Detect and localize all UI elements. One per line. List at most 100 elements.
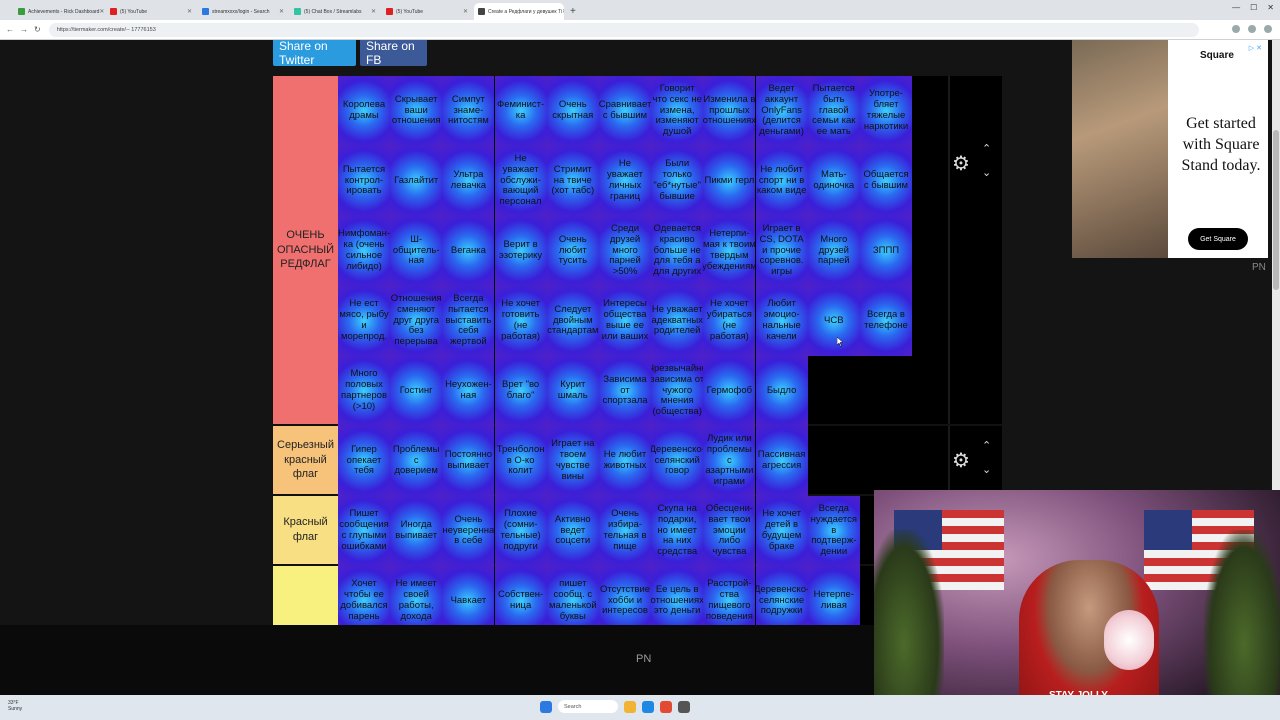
share-fb-button[interactable]: Share on FB — [360, 39, 427, 67]
tab-close-icon[interactable]: ✕ — [463, 8, 468, 15]
tier-label[interactable]: Красный флаг — [273, 496, 338, 564]
menu-icon[interactable] — [1264, 25, 1272, 33]
tier-item[interactable]: Общается с бывшим — [860, 146, 912, 216]
tier-item[interactable]: Не хочет детей в будущем браке — [755, 496, 808, 566]
tier-item[interactable]: Гермофоб — [703, 356, 756, 426]
taskbar-search[interactable]: Search — [558, 700, 618, 713]
tier-item[interactable]: Нимфоман-ка (очень сильное либидо) — [338, 216, 390, 286]
scrollbar-thumb[interactable] — [1273, 130, 1279, 290]
edge-icon[interactable] — [642, 700, 654, 713]
tier-item[interactable]: Одевается красиво больше не для тебя а д… — [651, 216, 704, 286]
tier-item[interactable]: Сравнивает с бывшим — [599, 76, 651, 146]
tier-item[interactable]: Курит шмаль — [546, 356, 599, 426]
tier-item[interactable]: ЧСВ — [807, 286, 860, 356]
tier-item[interactable]: Любит эмоцио-нальные качели — [755, 286, 808, 356]
tier-item[interactable]: Неухожен-ная — [442, 356, 495, 426]
tier-item[interactable]: Гостинг — [390, 356, 443, 426]
tier-item[interactable]: ЗППП — [860, 216, 912, 286]
tab-close-icon[interactable]: ✕ — [99, 8, 104, 15]
url-input[interactable]: https://tiermaker.com/create/-- 17776153 — [48, 22, 1199, 37]
extension-icon[interactable] — [1232, 25, 1240, 33]
ad-choices-icon[interactable]: ▷ ✕ — [1249, 44, 1262, 52]
tier-item[interactable]: Были только "еб*нутые" бывшие — [651, 146, 704, 216]
browser-tab[interactable]: (5) Chat Box / Streamlabs ✕ — [290, 3, 380, 20]
chrome-icon[interactable] — [660, 700, 672, 713]
share-twitter-button[interactable]: Share on Twitter — [273, 39, 356, 67]
tier-item[interactable]: Веганка — [442, 216, 495, 286]
tier-item[interactable]: Всегда нуждается в подтверж-дении — [807, 496, 860, 566]
tier-item[interactable]: Не уважает обслужи-вающий персонал — [494, 146, 547, 216]
tier-item[interactable]: Не любит животных — [599, 426, 651, 496]
tier-item[interactable]: Интересы общества выше ее или ваших — [599, 286, 651, 356]
tier-item[interactable]: Играет в CS, DOTA и прочие соревнов. игр… — [755, 216, 808, 286]
tier-item[interactable]: Всегда пытается выставить себя жертвой — [442, 286, 495, 356]
tier-label[interactable]: Серьезный красный флаг — [273, 426, 338, 494]
tier-item[interactable]: Проблемы с доверием — [390, 426, 443, 496]
tier-item[interactable]: Королева драмы — [338, 76, 390, 146]
tier-item[interactable]: Пишет сообщения с глупыми ошибками — [338, 496, 390, 566]
file-explorer-icon[interactable] — [624, 700, 636, 713]
tier-settings-gear-icon[interactable]: ⚙ — [952, 154, 972, 174]
tier-item[interactable]: Врет "во благо" — [494, 356, 547, 426]
tab-close-icon[interactable]: ✕ — [562, 8, 564, 15]
tier-item[interactable]: Играет на твоем чувстве вины — [546, 426, 599, 496]
tier-item[interactable]: Плохие (сомни-тельные) подруги — [494, 496, 547, 566]
tier-item[interactable]: Следует двойным стандартам — [546, 286, 599, 356]
close-icon[interactable]: ✕ — [1267, 3, 1274, 12]
ad-cta-button[interactable]: Get Square — [1188, 228, 1248, 250]
tier-item[interactable]: Пикми герл — [703, 146, 756, 216]
tier-item[interactable]: Чрезвычайно зависима от чужого мнения (о… — [651, 356, 704, 426]
tier-item[interactable]: Очень любит тусить — [546, 216, 599, 286]
weather-widget[interactable]: 33°F Sunny — [8, 700, 22, 712]
square-ad[interactable]: ▷ ✕ Square Get started with Square Stand… — [1072, 40, 1268, 258]
browser-tab[interactable]: (5) YouTube ✕ — [106, 3, 196, 20]
tier-item[interactable]: Очень избира-тельная в пище — [599, 496, 651, 566]
tier-item[interactable]: Отношения сменяют друг друга без перерыв… — [390, 286, 443, 356]
browser-tab[interactable]: Create a Редфлаги у девушек Ti✕ — [474, 3, 564, 20]
tier-item[interactable]: Мать-одиночка — [807, 146, 860, 216]
tier-item[interactable]: Ведет аккаунт OnlyFans (делится деньгами… — [755, 76, 808, 146]
tier-item[interactable]: Активно ведет соцсети — [546, 496, 599, 566]
tier-item[interactable]: Постоянно выпивает — [442, 426, 495, 496]
tier-move-up-icon[interactable]: ⌃ — [982, 439, 991, 452]
tier-item[interactable]: Очень скрытная — [546, 76, 599, 146]
reload-icon[interactable]: ↻ — [34, 25, 41, 34]
forward-icon[interactable]: → — [20, 25, 28, 34]
minimize-icon[interactable]: — — [1232, 3, 1240, 12]
tier-item[interactable]: Не уважает адекватных родителей — [651, 286, 704, 356]
tier-item[interactable]: Не ест мясо, рыбу и морепрод. — [338, 286, 390, 356]
tier-item[interactable]: Употре-бляет тяжелые наркотики — [860, 76, 912, 146]
tier-item[interactable]: Очень неуверенна в себе — [442, 496, 495, 566]
browser-tab[interactable]: (5) YouTube ✕ — [382, 3, 472, 20]
tier-item[interactable]: Феминист-ка — [494, 76, 547, 146]
back-icon[interactable]: ← — [6, 25, 14, 34]
tier-item[interactable]: Изменила в прошлых отношениях — [703, 76, 756, 146]
tier-label[interactable] — [273, 566, 338, 634]
tier-item[interactable]: Пытается контрол-ировать — [338, 146, 390, 216]
tier-label[interactable]: ОЧЕНЬ ОПАСНЫЙ РЕДФЛАГ — [273, 76, 338, 424]
tier-item[interactable]: Симпут знаме-нитостям — [442, 76, 495, 146]
profile-icon[interactable] — [1248, 25, 1256, 33]
tier-item[interactable]: Среди друзей много парней >50% — [599, 216, 651, 286]
tier-item[interactable]: Нетерпи-мая к твоим твердым убеждениям — [703, 216, 756, 286]
tier-move-down-icon[interactable]: ⌄ — [982, 166, 991, 179]
tier-item[interactable]: Гипер опекает тебя — [338, 426, 390, 496]
tier-item[interactable]: Лудик или проблемы с азартными играми — [703, 426, 756, 496]
tier-item[interactable]: Всегда в телефоне — [860, 286, 912, 356]
tier-item[interactable]: Много друзей парней — [807, 216, 860, 286]
tier-item[interactable]: Пассивная агрессия — [755, 426, 808, 496]
tier-item[interactable]: Не хочет готовить (не работая) — [494, 286, 547, 356]
tab-close-icon[interactable]: ✕ — [371, 8, 376, 15]
maximize-icon[interactable]: ☐ — [1250, 3, 1257, 12]
tier-item[interactable]: Деревенско-селянский говор — [651, 426, 704, 496]
tier-item[interactable]: Не хочет убираться (не работая) — [703, 286, 756, 356]
tier-item[interactable]: Газлайтит — [390, 146, 443, 216]
tab-close-icon[interactable]: ✕ — [187, 8, 192, 15]
tier-item[interactable]: Иногда выпивает — [390, 496, 443, 566]
tab-close-icon[interactable]: ✕ — [279, 8, 284, 15]
tier-item[interactable]: Быдло — [755, 356, 808, 426]
tier-item[interactable]: Не любит спорт ни в каком виде — [755, 146, 808, 216]
tier-settings-gear-icon[interactable]: ⚙ — [952, 451, 972, 471]
windows-start-icon[interactable] — [540, 700, 552, 713]
tier-item[interactable]: Много половых партнеров (>10) — [338, 356, 390, 426]
